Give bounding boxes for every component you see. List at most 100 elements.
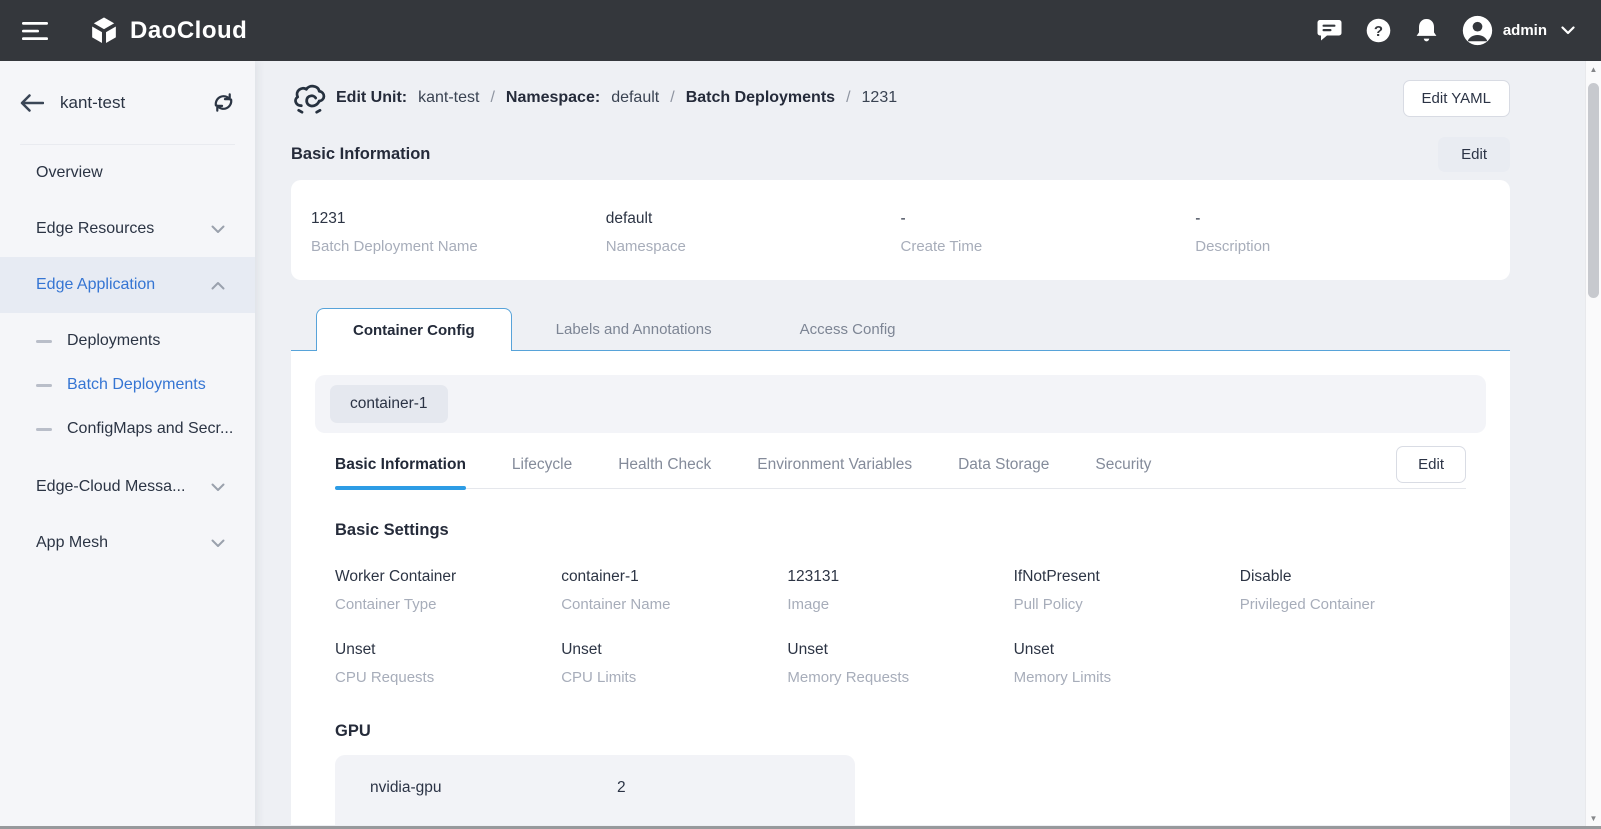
field-label: Pull Policy: [1014, 596, 1240, 613]
field-value: 123131: [787, 568, 1013, 586]
breadcrumb-section[interactable]: Batch Deployments: [686, 89, 835, 107]
top-navbar: DaoCloud ?: [0, 0, 1601, 61]
field-namespace: default Namespace: [606, 210, 901, 280]
tab-labels-annotations[interactable]: Labels and Annotations: [512, 308, 756, 350]
workspace-title: kant-test: [60, 93, 125, 113]
subtab-security[interactable]: Security: [1095, 441, 1151, 489]
chevron-down-icon: [211, 539, 225, 548]
basic-information-card: 1231 Batch Deployment Name default Names…: [291, 180, 1510, 280]
field-value: Unset: [335, 641, 561, 659]
gpu-value: 2: [617, 779, 626, 825]
container-chip[interactable]: container-1: [330, 385, 448, 423]
field-memory-requests: Unset Memory Requests: [787, 641, 1013, 686]
scroll-down-arrow[interactable]: ▼: [1586, 810, 1601, 826]
subtab-data-storage[interactable]: Data Storage: [958, 441, 1049, 489]
container-selector-strip: container-1: [315, 375, 1486, 433]
field-value: Unset: [1014, 641, 1240, 659]
field-label: Batch Deployment Name: [311, 238, 606, 255]
subtab-basic-information[interactable]: Basic Information: [335, 441, 466, 489]
edit-yaml-button[interactable]: Edit YAML: [1403, 80, 1510, 117]
field-value: 1231: [311, 210, 606, 228]
menu-hamburger-icon[interactable]: [22, 21, 48, 41]
field-label: Container Type: [335, 596, 561, 613]
sidebar-item-label: Edge Application: [36, 276, 155, 294]
daocloud-logo[interactable]: DaoCloud: [88, 15, 247, 47]
back-arrow-icon[interactable]: [20, 94, 44, 112]
vertical-scrollbar[interactable]: ▲ ▼: [1585, 61, 1601, 829]
sidebar-item-label: Edge-Cloud Messa...: [36, 478, 185, 496]
field-image: 123131 Image: [787, 568, 1013, 613]
subtab-health-check[interactable]: Health Check: [618, 441, 711, 489]
field-value: Unset: [787, 641, 1013, 659]
scrollbar-thumb[interactable]: [1588, 83, 1599, 298]
field-label: Description: [1195, 238, 1490, 255]
basic-information-title: Basic Information: [291, 145, 430, 164]
breadcrumb-namespace-value[interactable]: default: [611, 89, 659, 107]
subtab-environment-variables[interactable]: Environment Variables: [757, 441, 912, 489]
chevron-down-icon: [211, 225, 225, 234]
container-subtabs: Basic Information Lifecycle Health Check…: [335, 441, 1466, 489]
notifications-bell-icon[interactable]: [1415, 18, 1438, 43]
field-label: Image: [787, 596, 1013, 613]
sidebar-item-batch-deployments[interactable]: Batch Deployments: [0, 363, 255, 407]
field-label: Container Name: [561, 596, 787, 613]
field-value: default: [606, 210, 901, 228]
sidebar-item-label: Batch Deployments: [67, 376, 206, 394]
sidebar-item-label: App Mesh: [36, 534, 108, 552]
breadcrumb-namespace-label: Namespace:: [506, 89, 600, 107]
sidebar: kant-test Overview Edge Resources Edge A…: [0, 61, 255, 829]
subtab-lifecycle[interactable]: Lifecycle: [512, 441, 572, 489]
breadcrumb-edit-unit-label: Edit Unit:: [336, 89, 407, 107]
field-label: Namespace: [606, 238, 901, 255]
field-label: Memory Limits: [1014, 669, 1240, 686]
svg-text:?: ?: [1374, 23, 1383, 40]
field-value: IfNotPresent: [1014, 568, 1240, 586]
field-privileged-container: Disable Privileged Container: [1240, 568, 1466, 613]
breadcrumb-separator: /: [846, 89, 850, 107]
field-cpu-limits: Unset CPU Limits: [561, 641, 787, 686]
tab-container-config[interactable]: Container Config: [316, 308, 512, 351]
sidebar-item-configmaps-secrets[interactable]: ConfigMaps and Secr...: [0, 407, 255, 451]
sidebar-item-edge-resources[interactable]: Edge Resources: [0, 201, 255, 257]
field-value: Disable: [1240, 568, 1466, 586]
breadcrumb-separator: /: [490, 89, 494, 107]
field-empty: [1240, 641, 1466, 686]
dash-icon: [36, 340, 52, 343]
sidebar-item-deployments[interactable]: Deployments: [0, 319, 255, 363]
scroll-up-arrow[interactable]: ▲: [1586, 61, 1601, 77]
basic-information-edit-button[interactable]: Edit: [1438, 137, 1510, 172]
chevron-down-icon: [211, 483, 225, 492]
sidebar-item-edge-cloud-message[interactable]: Edge-Cloud Messa...: [0, 459, 255, 515]
messages-icon[interactable]: [1317, 19, 1342, 42]
field-description: - Description: [1195, 210, 1490, 280]
container-config-panel: container-1 Basic Information Lifecycle …: [291, 351, 1510, 825]
tab-access-config[interactable]: Access Config: [756, 308, 940, 350]
switch-workspace-icon[interactable]: [212, 92, 235, 113]
field-value: container-1: [561, 568, 787, 586]
field-value: Unset: [561, 641, 787, 659]
field-label: Create Time: [901, 238, 1196, 255]
field-container-name: container-1 Container Name: [561, 568, 787, 613]
field-value: -: [1195, 210, 1490, 228]
daocloud-cube-icon: [88, 15, 120, 47]
chevron-down-icon: [1561, 26, 1575, 35]
breadcrumb-unit-name[interactable]: kant-test: [418, 89, 479, 107]
user-menu[interactable]: admin: [1462, 15, 1575, 46]
gpu-row: nvidia-gpu 2: [335, 755, 855, 825]
field-label: Memory Requests: [787, 669, 1013, 686]
chevron-up-icon: [211, 281, 225, 290]
breadcrumb: Edit Unit: kant-test / Namespace: defaul…: [291, 75, 1510, 121]
breadcrumb-item-id: 1231: [862, 89, 898, 107]
container-edit-button[interactable]: Edit: [1396, 446, 1466, 483]
sidebar-item-edge-application[interactable]: Edge Application: [0, 257, 255, 313]
sidebar-item-app-mesh[interactable]: App Mesh: [0, 515, 255, 571]
username-label: admin: [1503, 22, 1547, 39]
breadcrumb-separator: /: [670, 89, 674, 107]
dash-icon: [36, 384, 52, 387]
sidebar-item-overview[interactable]: Overview: [0, 145, 255, 201]
main-tabs: Container Config Labels and Annotations …: [291, 308, 1510, 351]
help-icon[interactable]: ?: [1366, 18, 1391, 43]
avatar: [1462, 15, 1493, 46]
basic-settings-row-1: Worker Container Container Type containe…: [335, 568, 1466, 613]
main-content: Edit Unit: kant-test / Namespace: defaul…: [255, 61, 1601, 829]
